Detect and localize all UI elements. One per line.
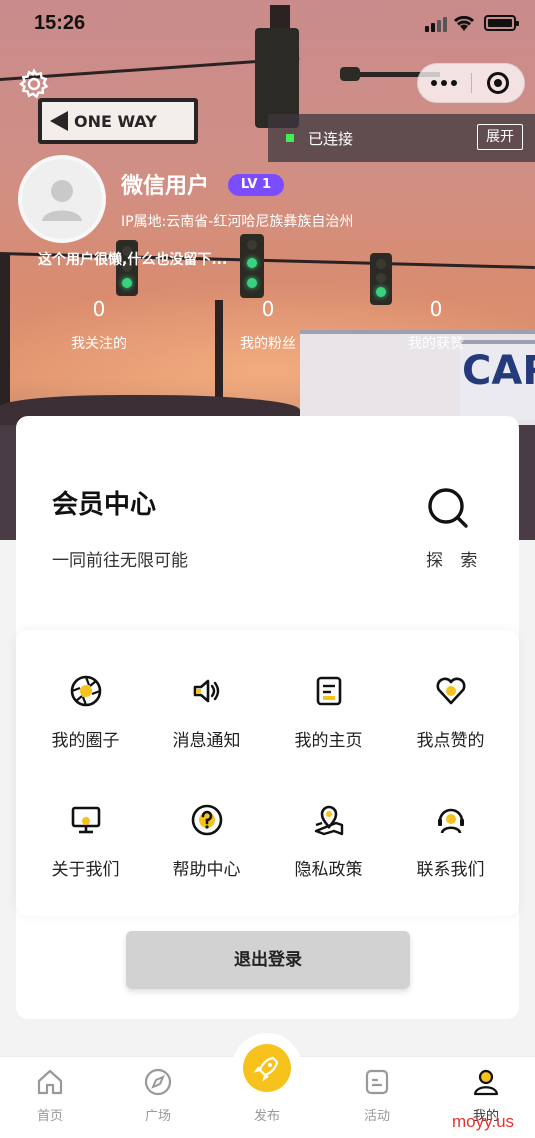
connection-banner: 已连接 展开 — [268, 114, 535, 162]
stat-value: 0 — [261, 297, 275, 321]
settings-gear-icon[interactable] — [18, 68, 50, 100]
home-icon — [37, 1069, 63, 1095]
username: 微信用户 — [121, 174, 210, 199]
stat-value: 0 — [92, 297, 106, 321]
menu-my-likes[interactable]: 我点赞的 — [388, 674, 513, 751]
rocket-icon — [253, 1056, 279, 1082]
tab-activity[interactable]: 活动 — [342, 1067, 412, 1124]
cellular-signal-icon — [425, 17, 447, 32]
wifi-icon — [453, 15, 475, 31]
tab-label: 活动 — [363, 1109, 390, 1124]
menu-label: 我的主页 — [294, 731, 363, 751]
expand-button[interactable]: 展开 — [477, 124, 523, 150]
traffic-light — [240, 234, 264, 298]
menu-my-circle[interactable]: 我的圈子 — [23, 674, 148, 751]
tab-square[interactable]: 广场 — [123, 1067, 193, 1124]
menu-label: 我点赞的 — [416, 731, 485, 751]
document-icon — [316, 676, 341, 706]
logout-button[interactable]: 退出登录 — [126, 931, 410, 989]
menu-privacy-policy[interactable]: 隐私政策 — [266, 803, 391, 880]
online-status-icon — [286, 134, 294, 142]
search-icon[interactable] — [426, 486, 470, 530]
level-badge: LV 1 — [228, 174, 284, 196]
menu-label: 消息通知 — [172, 731, 241, 751]
stat-label: 我的粉丝 — [240, 336, 296, 352]
one-way-sign: ONE WAY — [38, 98, 198, 144]
stat-label: 我关注的 — [71, 336, 127, 352]
user-icon — [473, 1069, 499, 1096]
menu-label: 关于我们 — [51, 860, 120, 880]
stat-fans[interactable]: 0 我的粉丝 — [198, 297, 338, 353]
miniprogram-capsule — [417, 63, 525, 103]
menu-grid: 我的圈子 消息通知 我的主页 我点赞的 关于我们 帮助中心 隐私政策 联系我们 — [16, 630, 519, 916]
member-title: 会员中心 — [52, 490, 157, 520]
menu-label: 我的圈子 — [51, 731, 120, 751]
question-icon — [191, 804, 222, 836]
default-avatar-icon — [42, 180, 82, 221]
map-pin-icon — [314, 805, 343, 836]
explore-label[interactable]: 探 索 — [426, 546, 483, 571]
user-bio: 这个用户很懒,什么也没留下... — [38, 252, 228, 268]
tab-label: 广场 — [144, 1109, 171, 1124]
monitor-icon — [71, 806, 100, 834]
more-dots-icon[interactable] — [418, 64, 471, 102]
profile-stats: 0 我关注的 0 我的粉丝 0 我的获赞 — [0, 297, 535, 357]
menu-label: 帮助中心 — [172, 860, 241, 880]
tab-home[interactable]: 首页 — [15, 1067, 85, 1124]
watermark: moyy.us — [452, 1112, 515, 1131]
speaker-icon — [193, 679, 219, 703]
street-lamp — [340, 67, 360, 81]
support-icon — [437, 808, 464, 834]
stat-following[interactable]: 0 我关注的 — [29, 297, 169, 353]
menu-help-center[interactable]: 帮助中心 — [144, 803, 269, 880]
menu-my-homepage[interactable]: 我的主页 — [266, 674, 391, 751]
compass-icon — [144, 1068, 172, 1096]
battery-icon — [484, 15, 519, 31]
menu-notifications[interactable]: 消息通知 — [144, 674, 269, 751]
avatar[interactable] — [18, 155, 106, 243]
status-bar: 15:26 — [0, 0, 535, 48]
target-icon[interactable] — [472, 64, 525, 102]
menu-label: 联系我们 — [416, 860, 485, 880]
member-subtitle: 一同前往无限可能 — [52, 551, 188, 571]
heart-icon — [436, 677, 465, 705]
tab-label: 首页 — [36, 1109, 63, 1124]
ip-location: IP属地:云南省-红河哈尼族彝族自治州 — [121, 214, 354, 230]
activity-icon — [365, 1069, 389, 1095]
aperture-icon — [70, 675, 101, 707]
menu-about-us[interactable]: 关于我们 — [23, 803, 148, 880]
stat-label: 我的获赞 — [408, 336, 464, 352]
stat-value: 0 — [429, 297, 443, 321]
tab-label: 发布 — [253, 1109, 280, 1124]
publish-button[interactable] — [232, 1033, 302, 1103]
menu-label: 隐私政策 — [294, 860, 363, 880]
connection-status: 已连接 — [308, 129, 354, 148]
status-time: 15:26 — [34, 12, 86, 34]
menu-contact-us[interactable]: 联系我们 — [388, 803, 513, 880]
stat-likes[interactable]: 0 我的获赞 — [366, 297, 506, 353]
